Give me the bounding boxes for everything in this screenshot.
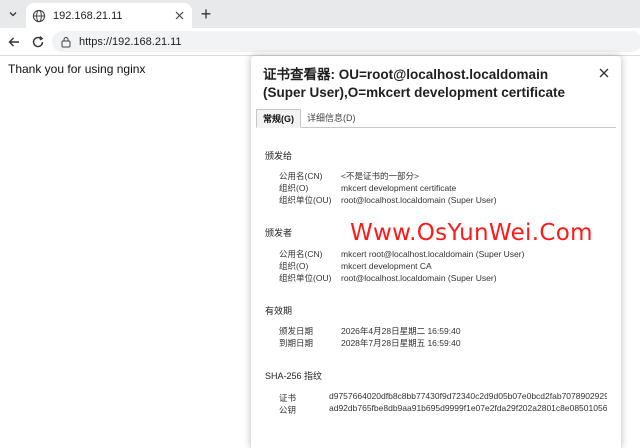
browser-toolbar: https://192.168.21.11 [0,28,640,56]
row-label: 组织单位(OU) [279,273,332,283]
tab-close-button[interactable] [172,9,186,23]
row-value: ad92db765fbe8db9aa91b695d9999f1e07e2fda2… [329,403,607,413]
dialog-close-button[interactable] [595,64,613,82]
row-value: mkcert development CA [341,261,432,271]
row-label: 组织(O) [279,261,309,271]
tab-general[interactable]: 常规(G) [256,109,301,128]
close-icon [175,11,183,19]
back-button[interactable] [4,32,24,52]
row-label: 公用名(CN) [279,171,323,181]
row-label: 到期日期 [279,338,314,348]
watermark-text: Www.OsYunWei.Com [350,220,593,246]
row-label: 公钥 [279,405,297,415]
globe-icon [32,9,46,22]
row-label: 颁发日期 [279,326,314,336]
row-value: d9757664020dfb8c8bb77430f9d72340c2d9d05b… [329,391,607,401]
tab-details[interactable]: 详细信息(D) [301,109,362,128]
row-value: mkcert root@localhost.localdomain (Super… [341,249,525,259]
section-issued-to-title: 颁发给 [265,151,293,161]
tab-search-button[interactable] [4,5,22,23]
row-value: root@localhost.localdomain (Super User) [341,195,497,205]
section-fingerprints-title: SHA-256 指纹 [265,371,323,381]
close-icon [599,68,609,78]
row-value: mkcert development certificate [341,183,457,193]
row-label: 组织单位(OU) [279,195,332,205]
info-row: 颁发日期 2026年4月28日星期二 16:59:40 [279,325,619,337]
reload-button[interactable] [28,32,48,52]
dialog-title: 证书查看器: OU=root@localhost.localdomain (Su… [263,67,565,100]
row-value: root@localhost.localdomain (Super User) [341,273,497,283]
section-validity-title: 有效期 [265,306,293,316]
row-value: <不是证书的一部分> [341,171,419,181]
site-info-icon[interactable] [60,36,72,48]
reload-icon [32,36,44,48]
chevron-down-icon [9,12,17,17]
address-text: https://192.168.21.11 [79,35,182,48]
info-row: 到期日期 2028年7月28日星期五 16:59:40 [279,337,619,349]
row-label: 组织(O) [279,183,309,193]
page-message: Thank you for using nginx [8,62,146,76]
row-label: 公用名(CN) [279,249,323,259]
dialog-tabs: 常规(G) 详细信息(D) [256,109,616,128]
address-bar[interactable]: https://192.168.21.11 [52,31,640,52]
info-row: 公用名(CN) <不是证书的一部分> [279,170,619,182]
info-row: 组织(O) mkcert development certificate [279,182,619,194]
row-value: 2028年7月28日星期五 16:59:40 [341,338,461,348]
info-row: 公钥 ad92db765fbe8db9aa91b695d9999f1e07e2fd… [279,403,619,416]
info-row: 公用名(CN) mkcert root@localhost.localdomain… [279,248,619,260]
tab-strip: 192.168.21.11 + [0,0,640,28]
browser-tab[interactable]: 192.168.21.11 [26,3,192,28]
section-issued-by-title: 颁发者 [265,228,293,238]
row-value: 2026年4月28日星期二 16:59:40 [341,326,461,336]
new-tab-button[interactable]: + [196,4,216,24]
info-row: 组织(O) mkcert development CA [279,260,619,272]
tab-title: 192.168.21.11 [53,9,123,22]
info-row: 组织单位(OU) root@localhost.localdomain (Supe… [279,272,619,284]
arrow-left-icon [8,37,19,47]
certificate-viewer-dialog: 证书查看器: OU=root@localhost.localdomain (Su… [251,56,621,448]
info-row: 组织单位(OU) root@localhost.localdomain (Supe… [279,194,619,206]
